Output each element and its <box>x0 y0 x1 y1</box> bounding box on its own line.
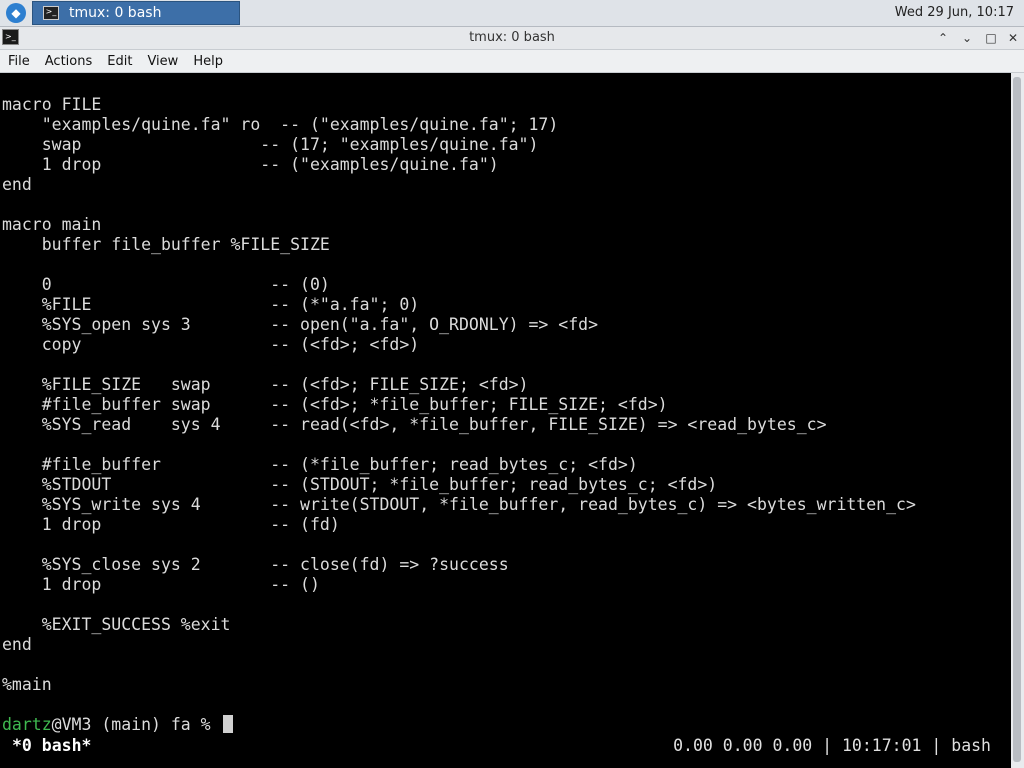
terminal-line: %SYS_open sys 3 -- open("a.fa", O_RDONLY… <box>2 315 599 334</box>
terminal-line: buffer file_buffer %FILE_SIZE <box>2 235 330 254</box>
text-cursor <box>222 715 233 733</box>
menu-help[interactable]: Help <box>185 51 230 73</box>
prompt-host-path: @VM3 (main) fa % <box>51 715 221 734</box>
terminal-line: #file_buffer swap -- (<fd>; *file_buffer… <box>2 395 668 414</box>
terminal-line: %SYS_close sys 2 -- close(fd) => ?succes… <box>2 555 509 574</box>
menu-actions[interactable]: Actions <box>37 51 100 73</box>
terminal-line: #file_buffer -- (*file_buffer; read_byte… <box>2 455 638 474</box>
terminal-line: copy -- (<fd>; <fd>) <box>2 335 420 354</box>
desktop-panel: ◆ >_ tmux: 0 bash Wed 29 Jun, 10:17 <box>0 0 1024 27</box>
terminal-line: macro FILE <box>2 95 102 114</box>
terminal-icon: >_ <box>43 6 59 20</box>
minimize-button[interactable]: ⌃ <box>933 28 953 48</box>
shell-prompt[interactable]: dartz@VM3 (main) fa % <box>2 715 233 735</box>
taskbar-item-tmux[interactable]: >_ tmux: 0 bash <box>32 1 240 25</box>
terminal-line: %EXIT_SUCCESS %exit <box>2 615 231 634</box>
maximize-button[interactable]: □ <box>981 28 1001 48</box>
terminal-line: end <box>2 635 32 654</box>
terminal-line: end <box>2 175 32 194</box>
app-menu-icon[interactable]: ◆ <box>6 3 26 23</box>
terminal-line: %SYS_read sys 4 -- read(<fd>, *file_buff… <box>2 415 827 434</box>
terminal-line: %FILE -- (*"a.fa"; 0) <box>2 295 420 314</box>
terminal-line: 1 drop -- ("examples/quine.fa") <box>2 155 499 174</box>
taskbar-item-label: tmux: 0 bash <box>69 5 162 21</box>
scrollbar-thumb[interactable] <box>1013 77 1021 762</box>
tmux-window-tab[interactable]: *0 bash* <box>12 735 91 757</box>
menu-file[interactable]: File <box>0 51 37 73</box>
terminal-line: swap -- (17; "examples/quine.fa") <box>2 135 539 154</box>
terminal-line: "examples/quine.fa" ro -- ("examples/qui… <box>2 115 559 134</box>
terminal-line: %STDOUT -- (STDOUT; *file_buffer; read_b… <box>2 475 718 494</box>
menu-edit[interactable]: Edit <box>99 51 139 73</box>
tmux-status-bar: *0 bash* 0.00 0.00 0.00 | 10:17:01 | bas… <box>0 735 1011 757</box>
restore-button[interactable]: ⌄ <box>957 28 977 48</box>
menu-view[interactable]: View <box>139 51 185 73</box>
window-titlebar[interactable]: >_ tmux: 0 bash ⌃ ⌄ □ ✕ <box>0 27 1024 50</box>
terminal-line: %main <box>2 675 52 694</box>
terminal-area[interactable]: macro FILE "examples/quine.fa" ro -- ("e… <box>0 73 1011 768</box>
tmux-status-right: 0.00 0.00 0.00 | 10:17:01 | bash <box>673 736 991 755</box>
terminal-line: 1 drop -- () <box>2 575 320 594</box>
close-button[interactable]: ✕ <box>1003 28 1023 48</box>
panel-clock[interactable]: Wed 29 Jun, 10:17 <box>895 0 1014 26</box>
window-title: tmux: 0 bash <box>469 30 555 45</box>
terminal-line: macro main <box>2 215 102 234</box>
terminal-line: %FILE_SIZE swap -- (<fd>; FILE_SIZE; <fd… <box>2 375 529 394</box>
prompt-user: dartz <box>2 715 52 734</box>
terminal-line: 0 -- (0) <box>2 275 330 294</box>
terminal-line: 1 drop -- (fd) <box>2 515 340 534</box>
terminal-output: macro FILE "examples/quine.fa" ro -- ("e… <box>2 95 916 695</box>
menu-bar: File Actions Edit View Help <box>0 50 1024 73</box>
terminal-line: %SYS_write sys 4 -- write(STDOUT, *file_… <box>2 495 916 514</box>
terminal-scrollbar[interactable] <box>1011 73 1024 768</box>
